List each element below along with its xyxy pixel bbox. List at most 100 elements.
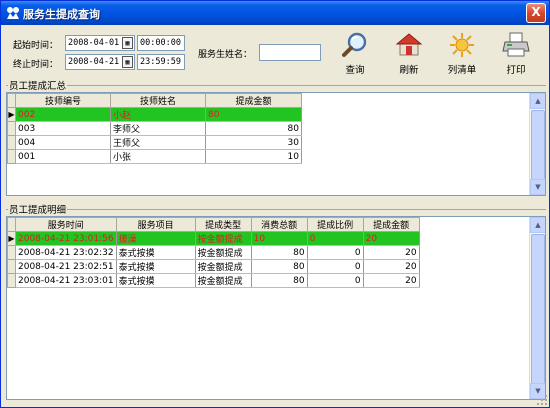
end-date-field[interactable]: 2008-04-21 ▦ — [65, 54, 135, 70]
table-cell[interactable]: 20 — [363, 273, 420, 288]
summary-scrollbar[interactable]: ▲ ▼ — [529, 93, 545, 195]
table-cell[interactable]: 李师父 — [110, 121, 206, 136]
table-cell[interactable]: 0 — [307, 273, 364, 288]
summary-grid[interactable]: 技师编号 技师姓名 提成金额 ▶ 002 小赵 80 003 李师父 80 00… — [6, 92, 546, 196]
table-cell[interactable]: 80 — [251, 259, 308, 274]
printer-icon — [502, 32, 530, 57]
table-row[interactable]: 003 李师父 80 — [7, 121, 302, 136]
resize-grip-icon[interactable] — [536, 394, 548, 406]
table-row[interactable]: 2008-04-21 23:03:01 泰式按摸 按金额提成 80 0 20 — [7, 273, 420, 288]
scroll-thumb[interactable] — [531, 110, 545, 180]
table-cell[interactable]: 004 — [15, 135, 111, 150]
column-header[interactable]: 消费总额 — [250, 217, 308, 232]
table-cell[interactable]: 003 — [15, 121, 111, 136]
table-cell[interactable]: 搓澡 — [116, 231, 196, 246]
end-time-field[interactable]: 23:59:59 — [137, 54, 185, 70]
row-indicator-header — [7, 93, 16, 108]
row-indicator — [7, 259, 16, 274]
table-cell[interactable]: 20 — [363, 259, 420, 274]
table-row[interactable]: ▶ 2008-04-21 23:01:56 搓澡 按金额提成 10 0 20 — [7, 231, 420, 246]
row-pointer-icon: ▶ — [7, 231, 16, 246]
column-header[interactable]: 技师编号 — [15, 93, 111, 108]
table-row[interactable]: 2008-04-21 23:02:51 泰式按摸 按金额提成 80 0 20 — [7, 259, 420, 274]
column-header[interactable]: 提成金额 — [362, 217, 420, 232]
table-row[interactable]: 2008-04-21 23:02:32 泰式按摸 按金额提成 80 0 20 — [7, 245, 420, 260]
start-time-label: 起始时间： — [13, 41, 59, 51]
row-pointer-icon: ▶ — [7, 107, 16, 122]
close-button[interactable]: X — [526, 3, 546, 23]
column-header[interactable]: 技师姓名 — [110, 93, 206, 108]
table-cell[interactable]: 30 — [205, 135, 302, 150]
table-cell[interactable]: 王师父 — [110, 135, 206, 150]
table-cell[interactable]: 10 — [251, 231, 308, 246]
table-cell[interactable]: 2008-04-21 23:01:56 — [15, 231, 117, 246]
row-indicator — [7, 135, 16, 150]
calendar-icon[interactable]: ▦ — [122, 56, 133, 68]
table-cell[interactable]: 0 — [307, 231, 364, 246]
table-cell[interactable]: 小赵 — [110, 107, 206, 122]
magnifier-icon — [342, 32, 367, 57]
waiter-name-input[interactable] — [259, 44, 321, 61]
house-refresh-icon — [395, 33, 423, 56]
window-title: 服务生提成查询 — [23, 8, 100, 21]
table-cell[interactable]: 10 — [205, 149, 302, 164]
detail-grid[interactable]: 服务时间 服务项目 提成类型 消费总额 提成比例 提成金额 ▶ 2008-04-… — [6, 216, 546, 400]
query-label: 查询 — [345, 65, 365, 76]
table-cell[interactable]: 2008-04-21 23:03:01 — [15, 273, 117, 288]
list-button[interactable]: 列清单 — [442, 32, 482, 76]
row-indicator — [7, 273, 16, 288]
row-indicator — [7, 149, 16, 164]
table-cell[interactable]: 小张 — [110, 149, 206, 164]
print-label: 打印 — [506, 65, 526, 76]
table-cell[interactable]: 2008-04-21 23:02:51 — [15, 259, 117, 274]
table-cell[interactable]: 按金额提成 — [195, 259, 252, 274]
table-cell[interactable]: 泰式按摸 — [116, 273, 196, 288]
table-cell[interactable]: 80 — [251, 273, 308, 288]
scroll-thumb[interactable] — [531, 234, 545, 384]
table-cell[interactable]: 0 — [307, 245, 364, 260]
table-cell[interactable]: 002 — [15, 107, 111, 122]
table-cell[interactable]: 0 — [307, 259, 364, 274]
table-cell[interactable]: 按金额提成 — [195, 273, 252, 288]
end-date-value: 2008-04-21 — [68, 57, 120, 67]
start-time-field[interactable]: 00:00:00 — [137, 35, 185, 51]
summary-groupbox: 员工提成汇总 — [6, 78, 546, 92]
table-cell[interactable]: 20 — [363, 231, 420, 246]
table-row[interactable]: ▶ 002 小赵 80 — [7, 107, 302, 122]
calendar-icon[interactable]: ▦ — [122, 37, 133, 49]
column-header[interactable]: 提成比例 — [306, 217, 364, 232]
detail-groupbox: 员工提成明细 — [6, 202, 546, 216]
start-date-field[interactable]: 2008-04-01 ▦ — [65, 35, 135, 51]
scroll-up-icon[interactable]: ▲ — [530, 93, 545, 109]
table-cell[interactable]: 001 — [15, 149, 111, 164]
scroll-down-icon[interactable]: ▼ — [530, 179, 545, 195]
column-header[interactable]: 提成类型 — [194, 217, 252, 232]
table-cell[interactable]: 20 — [363, 245, 420, 260]
waiter-name-label: 服务生姓名： — [198, 50, 253, 60]
sun-list-icon — [450, 33, 474, 57]
query-button[interactable]: 查询 — [335, 32, 375, 76]
scroll-up-icon[interactable]: ▲ — [530, 217, 545, 233]
table-cell[interactable]: 80 — [205, 121, 302, 136]
row-indicator — [7, 245, 16, 260]
table-cell[interactable]: 80 — [251, 245, 308, 260]
detail-table: 服务时间 服务项目 提成类型 消费总额 提成比例 提成金额 ▶ 2008-04-… — [7, 217, 420, 288]
table-cell[interactable]: 泰式按摸 — [116, 259, 196, 274]
table-row[interactable]: 001 小张 10 — [7, 149, 302, 164]
column-header[interactable]: 服务项目 — [115, 217, 196, 232]
summary-table: 技师编号 技师姓名 提成金额 ▶ 002 小赵 80 003 李师父 80 00… — [7, 93, 302, 164]
table-cell[interactable]: 按金额提成 — [195, 231, 252, 246]
table-cell[interactable]: 80 — [205, 107, 302, 122]
title-bar[interactable]: 服务生提成查询 X — [1, 1, 549, 25]
row-indicator — [7, 121, 16, 136]
table-cell[interactable]: 按金额提成 — [195, 245, 252, 260]
list-label: 列清单 — [447, 65, 477, 76]
column-header[interactable]: 服务时间 — [15, 217, 117, 232]
table-row[interactable]: 004 王师父 30 — [7, 135, 302, 150]
table-cell[interactable]: 泰式按摸 — [116, 245, 196, 260]
refresh-button[interactable]: 刷新 — [389, 32, 429, 76]
detail-scrollbar[interactable]: ▲ ▼ — [529, 217, 545, 399]
column-header[interactable]: 提成金额 — [205, 93, 302, 108]
table-cell[interactable]: 2008-04-21 23:02:32 — [15, 245, 117, 260]
print-button[interactable]: 打印 — [496, 32, 536, 76]
